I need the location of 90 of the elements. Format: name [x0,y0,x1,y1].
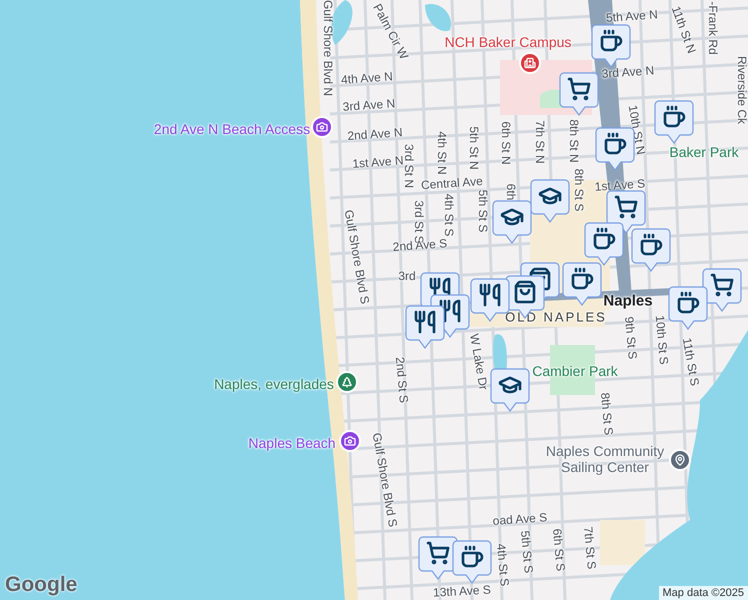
street-label: oad Ave S [492,511,548,529]
cup-icon [606,134,625,153]
map-view[interactable] [0,0,748,600]
cart-icon [428,543,448,563]
cafe-marker[interactable] [631,228,671,272]
street-label: 11th St N [668,4,698,56]
cup-icon [665,107,684,126]
place-label[interactable]: Naples Community Sailing Center [540,442,670,476]
camera-poi-marker[interactable] [311,116,333,138]
street-label: 5th Ave N [606,8,658,26]
bag-icon [516,282,534,302]
street-label: 4th St S [493,543,511,587]
street-label: 4th St S [441,194,455,236]
cafe-marker[interactable] [591,24,631,68]
pin-icon [674,454,686,466]
lake [331,0,352,45]
street-label: 4th Ave N [340,70,394,88]
school-marker[interactable] [530,179,570,223]
school-marker[interactable] [492,200,532,244]
street-label: 7th St N [532,120,546,164]
street-label: 3rd [398,270,416,284]
cafe-marker[interactable] [668,286,708,330]
graduation-cap-icon [502,210,522,224]
school-marker[interactable] [490,368,530,412]
street-label: 3rd Ave N [342,97,396,115]
cafe-marker[interactable] [452,540,492,584]
street-label: 2nd St S [392,356,410,404]
street-label: 2nd Ave N [347,126,403,144]
street-label: 7th St S [580,526,598,570]
fork-knife-icon [481,285,499,305]
pin-poi-marker[interactable] [669,449,691,471]
hospital-icon [524,57,536,69]
street-label: 3rd St N [402,144,415,188]
cart-icon [569,79,590,99]
city-label: Naples [603,292,653,310]
map-logo[interactable]: Google [5,573,78,597]
camera-icon [344,435,356,447]
fork-knife-icon [441,301,459,321]
cart-icon [616,197,636,217]
district-label: OLD NAPLES [505,310,607,326]
street-label: W Lake Dr [466,332,490,392]
street-label: 8th St N [566,119,580,163]
cup-icon [602,31,621,50]
cup-icon [642,235,661,254]
street-label: 3rd Ave N [601,64,655,82]
restaurant-marker[interactable] [405,305,445,349]
street-label: 6th St N [498,121,512,165]
store-marker[interactable] [559,72,599,116]
cafe-marker[interactable] [562,262,602,306]
street-label: 8th St S [597,392,615,436]
cup-icon [679,293,698,312]
street-label: Riverside Ck [734,56,748,124]
store-marker[interactable] [702,268,742,312]
hospital-poi-marker[interactable] [519,52,541,74]
street-label: 1st Ave S [594,177,646,195]
street-label: 5th St N [466,126,480,170]
street-label: Gulf Shore Blvd N [320,0,334,96]
street-label: Palm Cir W [370,2,410,62]
place-label[interactable]: Cambier Park [532,362,618,380]
cup-icon [463,547,482,566]
street-label: 5th St S [517,530,535,574]
fork-knife-icon [416,312,434,332]
street-label: 5th St S [475,190,489,232]
camera-icon [316,121,328,133]
commercial-area [600,520,645,565]
tree-icon [341,376,353,388]
street-label: 6th [503,184,517,200]
street-label: -Frank Rd [705,1,719,55]
cart-icon [712,275,732,295]
cafe-marker[interactable] [654,100,694,144]
lake [425,4,451,32]
map-attribution[interactable]: Map data ©2025 [658,586,748,600]
street-label: 11th St S [679,336,701,388]
street-label: 4th St N [434,131,448,175]
cup-icon [595,229,614,248]
street-label: 8th St S [571,168,585,212]
graduation-cap-icon [500,378,520,392]
place-label[interactable]: Baker Park [669,144,739,160]
cafe-marker[interactable] [595,127,635,171]
street-label: 9th St S [621,316,639,360]
street-label: Gulf Shore Blvd S [340,208,372,306]
cup-icon [573,269,592,288]
street-label: 1st Ave N [352,154,404,172]
place-label[interactable]: NCH Baker Campus [444,34,572,50]
street-label: 13th Ave S [432,584,492,600]
graduation-cap-icon [540,189,560,203]
street-label: Gulf Shore Blvd S [368,432,400,528]
street-label: 10th St S [652,314,670,366]
street-label: 6th St S [549,528,567,572]
cafe-marker[interactable] [584,222,624,266]
